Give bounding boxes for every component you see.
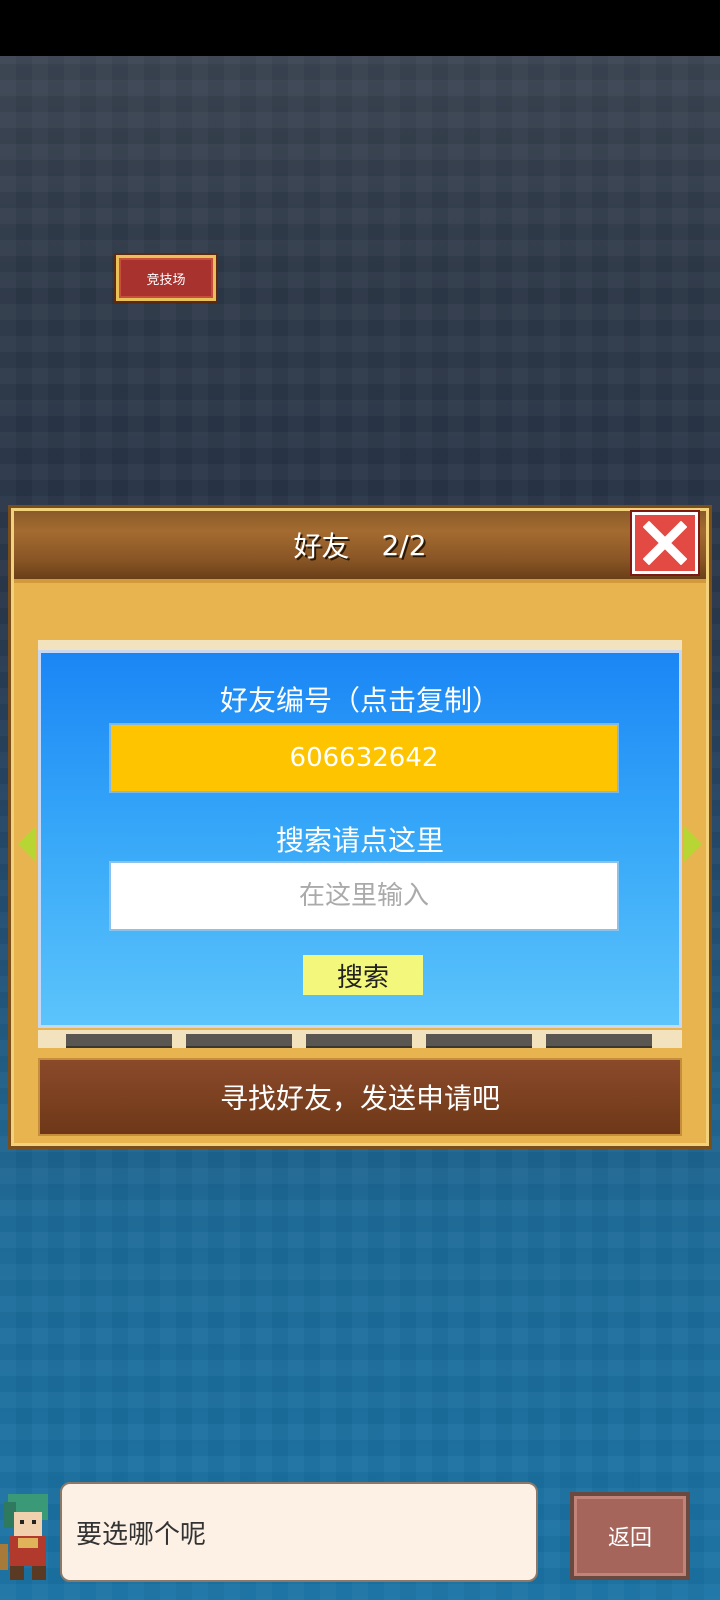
search-input[interactable] bbox=[109, 861, 619, 931]
tab-bar[interactable] bbox=[426, 1034, 532, 1048]
friend-id-box[interactable]: 606632642 bbox=[109, 723, 619, 793]
tabs-strip-top bbox=[38, 640, 682, 650]
friend-id-value: 606632642 bbox=[289, 743, 439, 773]
arena-label: 竞技场 bbox=[146, 272, 186, 288]
tabs-strip-bottom bbox=[38, 1030, 682, 1048]
search-button-label: 搜索 bbox=[336, 962, 389, 993]
friend-count: 2/2 bbox=[381, 528, 427, 562]
tab-bar[interactable] bbox=[186, 1034, 292, 1048]
find-friends-text: 寻找好友，发送申请吧 bbox=[219, 1082, 500, 1115]
friend-panel: 好友编号（点击复制） 606632642 搜索请点这里 搜索 bbox=[38, 650, 682, 1028]
tab-bar[interactable] bbox=[306, 1034, 412, 1048]
close-icon bbox=[643, 521, 687, 565]
dialog-title: 好友 bbox=[293, 530, 350, 563]
search-button[interactable]: 搜索 bbox=[303, 955, 423, 995]
arrow-left-icon[interactable] bbox=[18, 826, 36, 862]
back-button[interactable]: 返回 bbox=[570, 1492, 690, 1580]
tab-bar[interactable] bbox=[546, 1034, 652, 1048]
arena-button[interactable]: 竞技场 bbox=[116, 255, 216, 301]
speech-text: 要选哪个呢 bbox=[76, 1519, 207, 1550]
arrow-right-icon[interactable] bbox=[684, 826, 702, 862]
tab-bar[interactable] bbox=[66, 1034, 172, 1048]
find-friends-banner: 寻找好友，发送申请吧 bbox=[38, 1058, 682, 1136]
character-avatar-icon bbox=[0, 1494, 48, 1580]
search-label: 搜索请点这里 bbox=[275, 824, 444, 857]
speech-bubble: 要选哪个呢 bbox=[60, 1482, 538, 1582]
back-label: 返回 bbox=[607, 1526, 652, 1551]
friend-id-title: 好友编号（点击复制） bbox=[219, 684, 500, 717]
close-button[interactable] bbox=[632, 512, 698, 574]
dialog-header: 好友 2/2 bbox=[14, 511, 706, 583]
